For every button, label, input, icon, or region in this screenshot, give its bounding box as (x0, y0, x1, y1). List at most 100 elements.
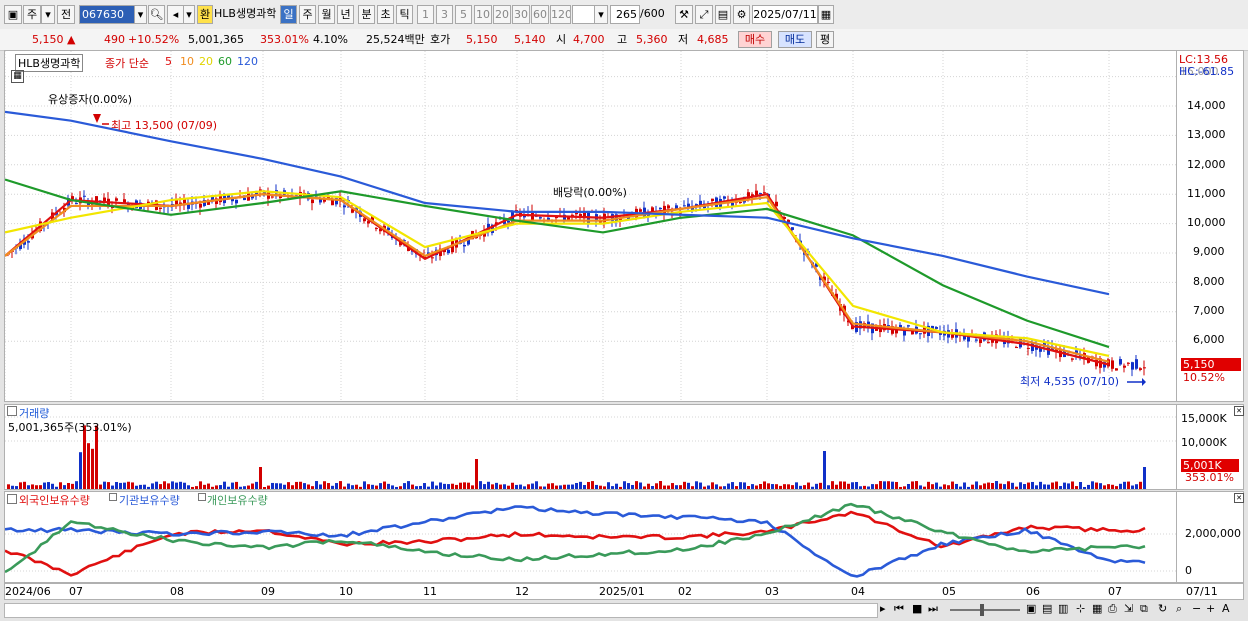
volume-bar (1011, 482, 1014, 489)
volume-bar (1015, 486, 1018, 489)
custom-interval-dropdown-icon[interactable]: ▾ (594, 5, 608, 24)
volume-bar (91, 448, 94, 489)
minute-option-60[interactable]: 60 (531, 5, 549, 24)
tab-interval-tick[interactable]: 틱 (396, 5, 413, 24)
minute-option-1[interactable]: 1 (417, 5, 434, 24)
forward-icon[interactable]: ⏭ (928, 602, 938, 616)
volume-y-axis: ✕ 15,000K 10,000K 5,001K 353.01% (1177, 404, 1244, 490)
tab-interval-month[interactable]: 월 (318, 5, 335, 24)
tab-interval-day[interactable]: 일 (280, 5, 297, 24)
stock-code-dropdown-icon[interactable]: ▾ (134, 5, 147, 24)
volume-bar (471, 485, 474, 489)
volume-bar (315, 481, 318, 489)
minute-option-30[interactable]: 30 (512, 5, 530, 24)
investor-holdings-panel[interactable]: 외국인보유수량 기관보유수량 개인보유수량 (4, 491, 1177, 583)
x-label-right-date: 07/11 (1186, 585, 1218, 598)
volume-bar (559, 485, 562, 489)
candle-body (979, 339, 982, 344)
x-label-03: 03 (765, 585, 779, 598)
tab-interval-second[interactable]: 초 (377, 5, 394, 24)
crosshair-icon[interactable]: ⊹ (1076, 602, 1085, 615)
volume-bar (807, 482, 810, 489)
volume-bar (87, 443, 90, 489)
zoom-slider[interactable] (950, 609, 1020, 611)
avg-price-button[interactable]: 평 (816, 31, 834, 48)
minute-option-5[interactable]: 5 (455, 5, 472, 24)
volume-bar (439, 482, 442, 489)
tab-interval-minute[interactable]: 분 (358, 5, 375, 24)
sell-button[interactable]: 매도 (778, 31, 812, 48)
print-icon[interactable]: ⎙ (1108, 602, 1117, 616)
bar-count-input[interactable]: 265 (610, 5, 640, 24)
minute-option-120[interactable]: 120 (550, 5, 571, 24)
volume-bar (875, 484, 878, 489)
volume-bar (859, 486, 862, 489)
zoom-slider-thumb[interactable] (980, 604, 984, 616)
grid-icon[interactable]: ▦ (1092, 602, 1102, 615)
legend-stock-name: HLB생명과학 (15, 54, 84, 72)
zoom-search-icon[interactable]: ⌕ (1176, 602, 1182, 616)
indicator-icon[interactable]: ⚒ (675, 5, 693, 24)
tab-period-week[interactable]: 주 (23, 5, 41, 24)
chart-menu-icon[interactable]: ▣ (4, 5, 22, 24)
zoom-out-icon[interactable]: − (1192, 602, 1201, 615)
price-chart-panel[interactable]: HLB생명과학 종가 단순 5 10 20 60 120 ▦ 유상증자(0.00… (4, 50, 1177, 402)
calendar-icon[interactable]: ▦ (818, 5, 834, 24)
scroll-right-icon[interactable]: ▸ (880, 602, 886, 615)
tab-interval-year[interactable]: 년 (337, 5, 354, 24)
y-tick-13000: 13,000 (1187, 128, 1226, 141)
gear-icon[interactable]: ⚙ (733, 5, 750, 24)
volume-bar (847, 483, 850, 489)
sound-dropdown-icon[interactable]: ▾ (183, 5, 195, 24)
minute-option-3[interactable]: 3 (436, 5, 453, 24)
x-label-12: 12 (515, 585, 529, 598)
minute-option-20[interactable]: 20 (493, 5, 511, 24)
layout-icon-2[interactable]: ▤ (1042, 602, 1052, 615)
date-input[interactable]: 2025/07/11 (752, 5, 818, 24)
drawing-tool-icon[interactable]: ⤢ (695, 5, 713, 24)
buy-button[interactable]: 매수 (738, 31, 772, 48)
horizontal-scrollbar[interactable] (4, 603, 878, 618)
volume-bar (803, 485, 806, 489)
volume-bar (459, 482, 462, 489)
investor-panel-handle[interactable] (7, 494, 17, 504)
tab-period-all[interactable]: 전 (57, 5, 75, 24)
period-dropdown-icon[interactable]: ▾ (41, 5, 55, 24)
volume-bar (155, 481, 158, 489)
volume-bar (719, 486, 722, 489)
export-icon[interactable]: ⇲ (1124, 602, 1133, 615)
investor-close-icon[interactable]: ✕ (1234, 493, 1244, 503)
layout-icon-1[interactable]: ▣ (1026, 602, 1036, 615)
candle-body (115, 198, 118, 201)
rewind-icon[interactable]: ⏮ (894, 602, 904, 616)
save-icon[interactable]: ▤ (715, 5, 731, 24)
candle-body (731, 202, 734, 206)
volume-bar (987, 482, 990, 489)
low-label: 저 (678, 33, 689, 46)
bid-label: 호가 (430, 33, 451, 46)
volume-bar (1031, 481, 1034, 489)
exchange-badge[interactable]: 환 (197, 5, 213, 24)
stop-icon[interactable]: ■ (912, 602, 922, 615)
minute-option-10[interactable]: 10 (474, 5, 492, 24)
volume-bar (207, 483, 210, 489)
volume-panel[interactable]: 거래량 5,001,365주(353.01%) (4, 404, 1177, 490)
sound-icon[interactable]: ◂ (167, 5, 184, 24)
volume-bar (303, 483, 306, 489)
candle-body (975, 339, 978, 341)
refresh-icon[interactable]: ↻ (1158, 602, 1167, 615)
stock-code-input[interactable]: 067630 (79, 5, 135, 24)
volume-bar (1119, 483, 1122, 489)
auto-scale-icon[interactable]: A (1222, 602, 1230, 615)
volume-panel-handle[interactable] (7, 406, 17, 416)
layout-icon-3[interactable]: ▥ (1058, 602, 1068, 615)
copy-icon[interactable]: ⧉ (1140, 602, 1148, 616)
volume-bar (179, 481, 182, 489)
table-icon[interactable]: ▦ (11, 70, 24, 83)
search-icon[interactable]: 🔍︎ (148, 5, 165, 24)
volume-close-icon[interactable]: ✕ (1234, 406, 1244, 416)
tab-interval-week[interactable]: 주 (299, 5, 316, 24)
volume-bar (159, 484, 162, 489)
volume-bar (959, 486, 962, 489)
zoom-in-icon[interactable]: + (1206, 602, 1215, 615)
